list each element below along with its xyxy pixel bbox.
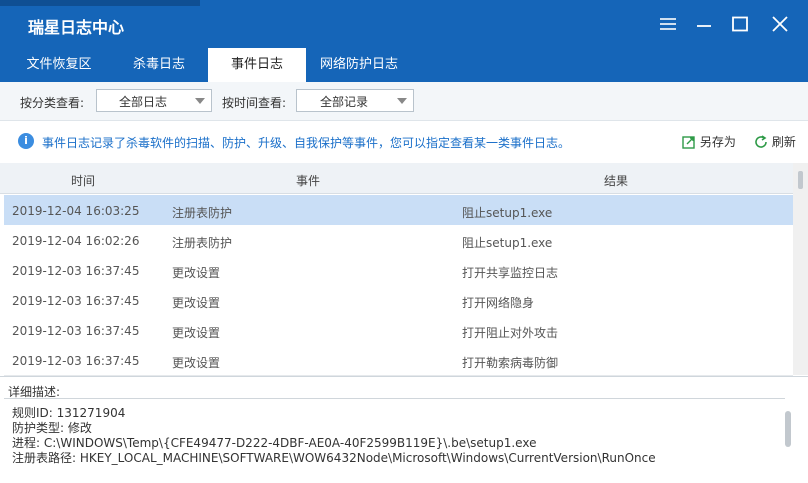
cell-result: 打开勒索病毒防御 [462,356,559,370]
time-filter-label: 按时间查看: [222,96,287,110]
tab-virus-log[interactable]: 杀毒日志 [114,48,204,82]
detail-scrollbar-thumb[interactable] [785,411,791,447]
tab-event-log[interactable]: 事件日志 [208,48,306,82]
close-icon[interactable] [768,12,792,36]
refresh-label: 刷新 [771,135,796,149]
tab-bar: 文件恢复区 杀毒日志 事件日志 网络防护日志 [0,48,808,82]
info-icon: i [18,133,34,149]
chevron-down-icon [397,98,407,104]
detail-line-registry-path: 注册表路径: HKEY_LOCAL_MACHINE\SOFTWARE\WOW64… [12,451,656,465]
cell-result: 阻止setup1.exe [462,236,553,250]
table-row[interactable]: 2019-12-03 16:37:45 更改设置 打开阻止对外攻击 [4,315,793,346]
cell-result: 阻止setup1.exe [462,206,553,220]
refresh-icon [755,135,767,148]
save-as-label: 另存为 [699,135,736,149]
minimize-icon[interactable] [692,12,716,36]
table-row[interactable]: 2019-12-03 16:37:45 更改设置 打开共享监控日志 [4,255,793,286]
info-text: 事件日志记录了杀毒软件的扫描、防护、升级、自我保护等事件，您可以指定查看某一类事… [42,136,571,150]
tab-network-protection-log[interactable]: 网络防护日志 [310,48,408,82]
cell-result: 打开阻止对外攻击 [462,326,559,340]
cell-time: 2019-12-03 16:37:45 [12,324,140,338]
cell-event: 更改设置 [172,356,221,370]
table-scrollbar[interactable] [793,163,808,375]
cell-time: 2019-12-03 16:37:45 [12,264,140,278]
title-bar-top-strip [0,0,200,6]
save-as-button[interactable]: 另存为 [682,133,736,150]
cell-result: 打开共享监控日志 [462,266,559,280]
table-row[interactable]: 2019-12-04 16:02:26 注册表防护 阻止setup1.exe [4,225,793,256]
cell-time: 2019-12-03 16:37:45 [12,294,140,308]
tab-file-recovery[interactable]: 文件恢复区 [14,48,104,82]
category-select[interactable]: 全部日志 [96,89,212,112]
cell-event: 更改设置 [172,326,221,340]
table-row[interactable]: 2019-12-03 16:37:45 更改设置 打开勒索病毒防御 [4,345,793,376]
category-filter-label: 按分类查看: [20,96,85,110]
cell-event: 更改设置 [172,266,221,280]
cell-event: 注册表防护 [172,236,233,250]
cell-event: 注册表防护 [172,206,233,220]
cell-time: 2019-12-03 16:37:45 [12,354,140,368]
time-select-value: 全部记录 [319,95,368,109]
table-header: 时间 事件 结果 [0,163,793,194]
settings-icon[interactable] [656,12,680,36]
window-title: 瑞星日志中心 [28,18,125,37]
cell-result: 打开网络隐身 [462,296,535,310]
time-select[interactable]: 全部记录 [296,89,414,112]
table-scrollbar-thumb[interactable] [798,171,803,189]
chevron-down-icon [195,98,205,104]
column-header-event[interactable]: 事件 [296,172,320,189]
table-row[interactable]: 2019-12-04 16:03:25 注册表防护 阻止setup1.exe [4,195,793,226]
maximize-icon[interactable] [728,12,752,36]
cell-event: 更改设置 [172,296,221,310]
column-header-result[interactable]: 结果 [604,172,628,189]
filter-bar: 按分类查看: 全部日志 按时间查看: 全部记录 [0,82,808,121]
cell-time: 2019-12-04 16:02:26 [12,234,140,248]
column-header-time[interactable]: 时间 [71,172,95,189]
title-bar: 瑞星日志中心 [0,0,808,48]
cell-time: 2019-12-04 16:03:25 [12,204,140,218]
refresh-button[interactable]: 刷新 [754,133,796,150]
table-row[interactable]: 2019-12-03 16:37:45 更改设置 打开网络隐身 [4,285,793,316]
detail-text-box: 规则ID: 131271904 防护类型: 修改 进程: C:\WINDOWS\… [4,398,785,483]
category-select-value: 全部日志 [118,95,167,109]
export-icon [682,136,695,149]
detail-panel: 详细描述: 规则ID: 131271904 防护类型: 修改 进程: C:\WI… [0,376,808,482]
